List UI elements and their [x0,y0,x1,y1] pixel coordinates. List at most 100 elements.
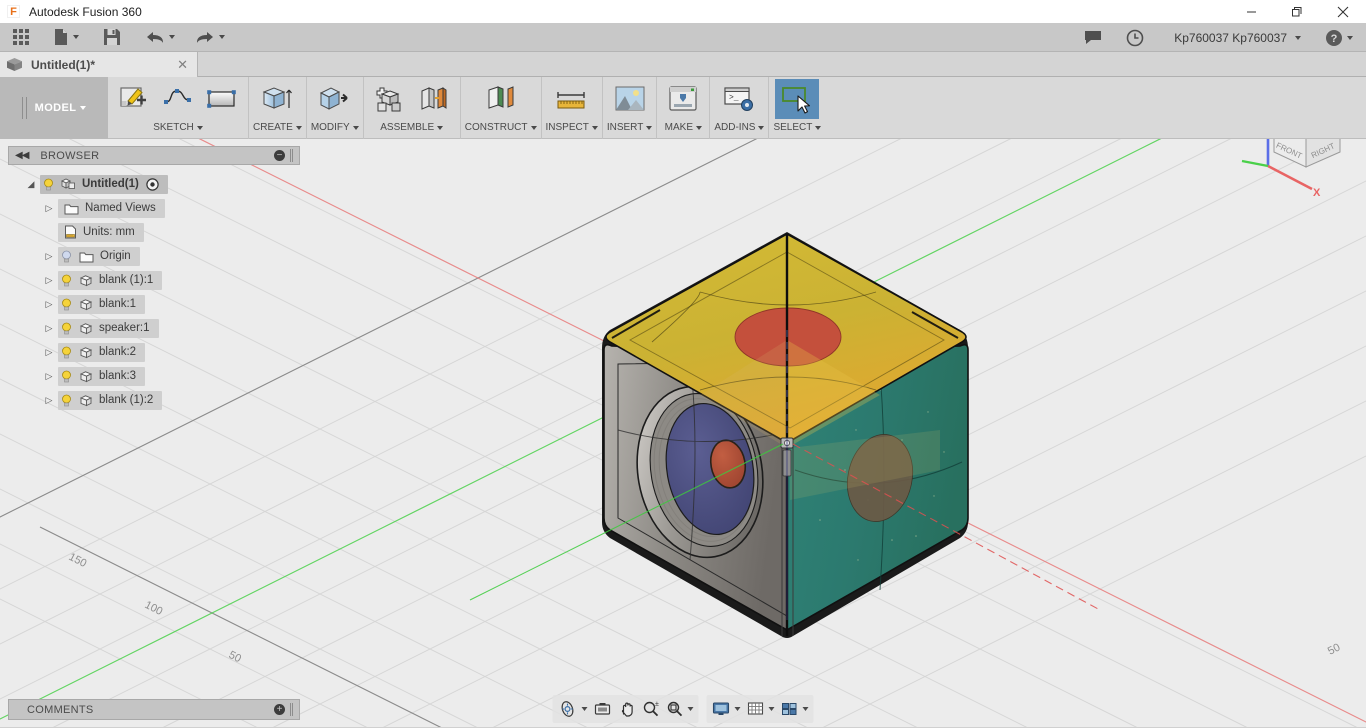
comments-button[interactable] [1079,23,1107,52]
pan-button[interactable] [615,696,639,722]
visibility-bulb-icon[interactable] [58,250,75,263]
joint-button[interactable] [412,79,456,119]
title-bar: F Autodesk Fusion 360 [0,0,1366,23]
save-button[interactable] [98,23,126,52]
new-component-button[interactable] [368,79,412,119]
select-button[interactable] [775,79,819,119]
orbit-button[interactable] [555,696,591,722]
offset-plane-button[interactable] [479,79,523,119]
collapse-arrow-icon[interactable]: ▷ [40,395,58,406]
restore-button[interactable] [1274,0,1320,23]
minimize-button[interactable] [1228,0,1274,23]
plus-circle-icon[interactable]: + [274,704,285,715]
offset-plane-icon [484,84,518,114]
target-icon[interactable] [146,178,159,191]
panel-label: MAKE [665,122,693,133]
undo-button[interactable] [140,23,180,52]
node-pill[interactable]: Units: mm [58,223,144,242]
new-file-button[interactable] [48,23,84,52]
visibility-bulb-icon[interactable] [58,370,75,383]
expand-arrow-icon[interactable]: ◢ [22,179,40,190]
tree-node-named-views[interactable]: ▷ Named Views [8,196,300,220]
tree-node-blank-3[interactable]: ▷ blank:3 [8,364,300,388]
visibility-bulb-icon[interactable] [58,394,75,407]
extrude-button[interactable] [255,79,299,119]
measure-button[interactable] [550,79,594,119]
tree-node-blank-1-2[interactable]: ▷ blank (1):2 [8,388,300,412]
collapse-arrow-icon[interactable]: ▷ [40,323,58,334]
create-sketch-button[interactable] [112,79,156,119]
tree-node-blank-1[interactable]: ▷ blank:1 [8,292,300,316]
panel-title-addins[interactable]: ADD-INS [714,119,764,136]
panel-title-construct[interactable]: CONSTRUCT [465,119,537,136]
visibility-bulb-icon[interactable] [58,322,75,335]
visibility-bulb-icon[interactable] [58,298,75,311]
panel-title-assemble[interactable]: ASSEMBLE [380,119,443,136]
rectangle-button[interactable] [200,79,244,119]
svg-text:?: ? [1331,33,1338,45]
collapse-arrow-icon[interactable]: ▷ [40,275,58,286]
workspace-switcher[interactable]: MODEL [0,77,108,139]
panel-title-insert[interactable]: INSERT [607,119,653,136]
display-settings-button[interactable] [709,696,744,722]
chevron-down-icon [437,126,443,130]
node-pill[interactable]: Origin [58,247,140,266]
units-icon [64,225,77,239]
tree-node-speaker-1[interactable]: ▷ speaker:1 [8,316,300,340]
panel-title-select[interactable]: SELECT [773,119,821,136]
node-pill[interactable]: blank (1):2 [58,391,162,410]
chevron-down-icon [1295,36,1301,40]
node-pill[interactable]: blank (1):1 [58,271,162,290]
node-pill[interactable]: blank:3 [58,367,145,386]
double-left-arrow-icon[interactable]: ◀◀ [15,150,28,161]
panel-title-sketch[interactable]: SKETCH [153,119,203,136]
tree-node-blank-2[interactable]: ▷ blank:2 [8,340,300,364]
node-pill[interactable]: Named Views [58,199,165,218]
insert-image-button[interactable] [608,79,652,119]
close-button[interactable] [1320,0,1366,23]
scripts-addins-button[interactable]: >_ [717,79,761,119]
help-button[interactable]: ? [1320,23,1358,52]
3d-print-button[interactable] [661,79,705,119]
app-grid-button[interactable] [8,23,34,52]
panel-title-make[interactable]: MAKE [665,119,702,136]
minus-circle-icon[interactable]: − [274,150,285,161]
collapse-arrow-icon[interactable]: ▷ [40,299,58,310]
panel-resize-grip[interactable] [290,149,293,162]
close-icon[interactable]: ✕ [174,57,191,73]
collapse-arrow-icon[interactable]: ▷ [40,203,58,214]
node-pill[interactable]: blank:1 [58,295,145,314]
node-pill[interactable]: blank:2 [58,343,145,362]
node-pill[interactable]: speaker:1 [58,319,159,338]
tree-node-units[interactable]: Units: mm [8,220,300,244]
view-cube[interactable]: Z X TOP FRONT RIGHT [1236,139,1356,201]
panel-title-modify[interactable]: MODIFY [311,119,359,136]
fit-button[interactable] [663,696,697,722]
viewports-button[interactable] [778,696,812,722]
visibility-bulb-icon[interactable] [40,178,57,191]
tree-node-untitled[interactable]: ◢ Untitled(1) [8,172,300,196]
visibility-bulb-icon[interactable] [58,346,75,359]
look-at-button[interactable] [591,696,615,722]
tree-node-origin[interactable]: ▷ Origin [8,244,300,268]
node-pill[interactable]: Untitled(1) [40,175,168,194]
panel-title-create[interactable]: CREATE [253,119,302,136]
document-tab[interactable]: Untitled(1)* ✕ [0,52,198,77]
panel-title-inspect[interactable]: INSPECT [546,119,598,136]
redo-button[interactable] [190,23,230,52]
visibility-bulb-icon[interactable] [58,274,75,287]
panel-resize-grip[interactable] [290,703,293,716]
press-pull-button[interactable] [313,79,357,119]
x-axis-label: X [1313,187,1321,199]
collapse-arrow-icon[interactable]: ▷ [40,251,58,262]
collapse-arrow-icon[interactable]: ▷ [40,371,58,382]
tree-node-blank-1-1[interactable]: ▷ blank (1):1 [8,268,300,292]
body-icon [79,370,93,383]
collapse-arrow-icon[interactable]: ▷ [40,347,58,358]
zoom-button[interactable]: ± [639,696,663,722]
user-account-button[interactable]: Kp760037 Kp760037 [1165,23,1306,52]
body-icon [79,394,93,407]
grid-snaps-button[interactable] [744,696,778,722]
job-status-button[interactable] [1121,23,1149,52]
spline-button[interactable] [156,79,200,119]
